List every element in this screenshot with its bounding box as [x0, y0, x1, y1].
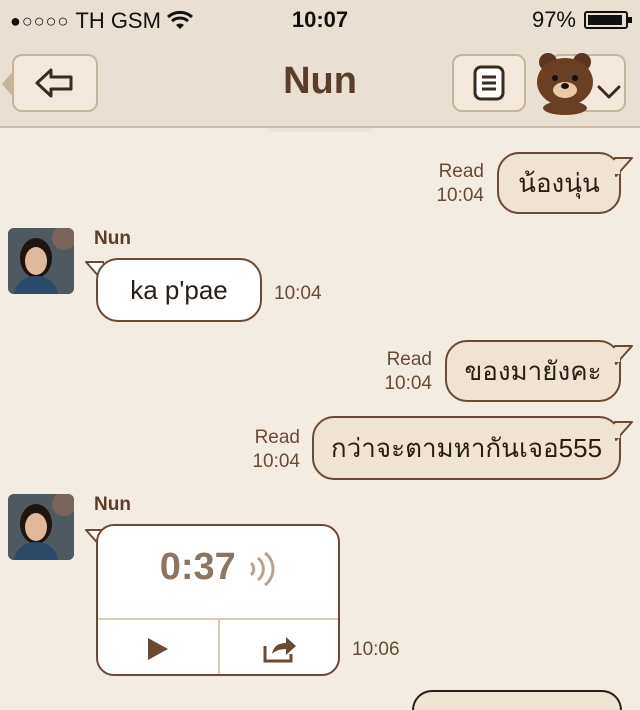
sender-name: Nun — [94, 494, 131, 515]
brown-bear-icon — [537, 53, 593, 115]
battery-percent: 97% — [531, 7, 576, 32]
sender-name: Nun — [94, 228, 131, 249]
message-text: กว่าจะตามหากันเจอ555 — [330, 432, 603, 463]
message-time: 10:04 — [384, 373, 432, 394]
battery-icon — [584, 11, 632, 29]
message-time: 10:04 — [436, 185, 484, 206]
read-receipt: Read — [254, 427, 300, 448]
bubble-tail — [614, 157, 633, 177]
share-icon — [263, 637, 296, 663]
message-bubble-incoming[interactable]: ka p'pae — [96, 258, 262, 322]
message-time: 10:04 — [274, 283, 322, 304]
status-bar: ●○○○○ TH GSM 10:07 97% — [0, 0, 640, 40]
read-receipt: Read — [386, 349, 432, 370]
chevron-down-icon — [597, 85, 621, 99]
avatar[interactable] — [8, 228, 74, 294]
message-time: 10:06 — [352, 639, 400, 660]
message-time: 10:04 — [252, 451, 300, 472]
read-receipt: Read — [438, 161, 484, 182]
message-meta: Read 10:04 — [236, 426, 300, 474]
message-bubble-partial[interactable] — [412, 690, 622, 710]
menu-button[interactable] — [452, 54, 526, 112]
sticker-button[interactable] — [534, 50, 628, 115]
sound-wave-icon — [250, 551, 275, 587]
message-text: ของมายังคะ — [464, 355, 602, 386]
chat-top-shadow — [268, 128, 372, 132]
avatar-photo — [8, 228, 74, 294]
battery-group: 97% — [531, 7, 632, 33]
play-button[interactable] — [138, 632, 178, 666]
chat-area[interactable]: Read 10:04 น้องนุ่น Nun ka p'pae 10:04 R… — [0, 128, 640, 710]
message-meta: Read 10:04 — [420, 160, 484, 208]
voice-message[interactable]: 0:37 — [96, 524, 340, 676]
nav-bar: Nun — [0, 40, 640, 128]
avatar[interactable] — [8, 494, 74, 560]
message-bubble-outgoing[interactable]: ของมายังคะ — [445, 340, 621, 402]
list-menu-icon — [473, 65, 505, 101]
share-button[interactable] — [258, 632, 302, 666]
bubble-tail — [614, 421, 633, 441]
voice-duration-text: 0:37 — [159, 546, 236, 588]
message-text: น้องนุ่น — [518, 167, 600, 198]
message-bubble-outgoing[interactable]: น้องนุ่น — [497, 152, 621, 214]
avatar-photo — [8, 494, 74, 560]
message-text: ka p'pae — [130, 274, 228, 305]
voice-divider — [218, 620, 220, 674]
bubble-tail — [614, 345, 633, 365]
voice-duration: 0:37 — [98, 546, 338, 589]
play-icon — [148, 638, 168, 660]
message-meta: Read 10:04 — [368, 348, 432, 396]
message-bubble-outgoing[interactable]: กว่าจะตามหากันเจอ555 — [312, 416, 621, 480]
